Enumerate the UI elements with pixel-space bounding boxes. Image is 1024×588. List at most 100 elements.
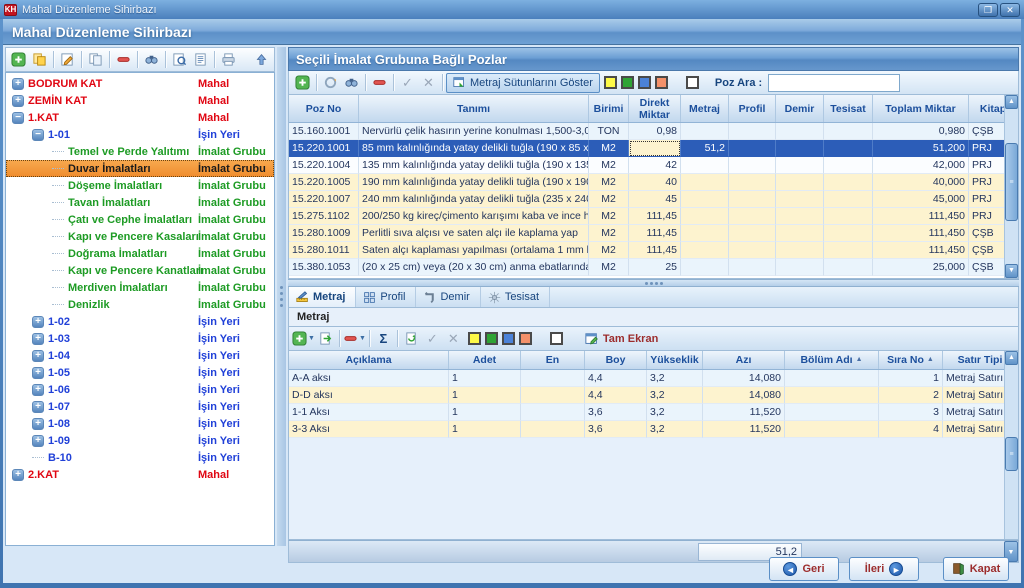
tree-item[interactable]: +1-02İşin Yeri (6, 313, 274, 330)
tree-item[interactable]: +ZEMİN KATMahal (6, 92, 274, 109)
color-swatch[interactable] (468, 332, 481, 345)
table-row[interactable]: 15.160.1001Nervürlü çelik hasırın yerine… (289, 123, 1018, 140)
tree-item[interactable]: +1-05İşin Yeri (6, 364, 274, 381)
print-button[interactable] (218, 50, 239, 70)
report-button[interactable] (190, 50, 211, 70)
column-header-birimi[interactable]: Birimi (589, 95, 629, 122)
table-row[interactable]: 15.380.1053(20 x 25 cm) veya (20 x 30 cm… (289, 259, 1018, 276)
scroll-thumb[interactable]: ≡ (1005, 437, 1018, 471)
tree-item[interactable]: +1-06İşin Yeri (6, 381, 274, 398)
pozlar-scrollbar[interactable]: ▲ ≡ ▼ (1004, 95, 1018, 278)
delete-button[interactable] (113, 50, 134, 70)
duplicate-button[interactable] (29, 50, 50, 70)
column-header-en[interactable]: En (521, 351, 585, 369)
tam-ekran-button[interactable]: Tam Ekran (585, 332, 658, 346)
column-header-tesisat[interactable]: Tesisat (824, 95, 873, 122)
preview-button[interactable] (169, 50, 190, 70)
expand-icon[interactable]: + (32, 350, 44, 362)
tree-item[interactable]: Döşeme İmalatlarıİmalat Grubu (6, 177, 274, 194)
color-swatch[interactable] (550, 332, 563, 345)
tab-metraj[interactable]: Metraj (289, 287, 356, 307)
tree-item[interactable]: +1-04İşin Yeri (6, 347, 274, 364)
poz-search-input[interactable] (768, 74, 900, 92)
tree-item[interactable]: +1-08İşin Yeri (6, 415, 274, 432)
tree-item[interactable]: Kapı ve Pencere Kanatlarıİmalat Grubu (6, 262, 274, 279)
move-up-button[interactable] (251, 50, 272, 70)
add-button[interactable] (8, 50, 29, 70)
color-swatch[interactable] (502, 332, 515, 345)
table-row[interactable]: 15.275.1102200/250 kg kireç/çimento karı… (289, 208, 1018, 225)
find-poz-icon[interactable] (341, 73, 362, 93)
column-header-tanimi[interactable]: Tanımı (359, 95, 589, 122)
tree-item[interactable]: B-10İşin Yeri (6, 449, 274, 466)
color-swatch[interactable] (621, 76, 634, 89)
table-row[interactable]: A-A aksı14,43,214,0801Metraj Satırı (289, 370, 1018, 387)
column-header-profil[interactable]: Profil (729, 95, 776, 122)
find-icon[interactable] (141, 50, 162, 70)
tab-profil[interactable]: Profil (356, 287, 416, 307)
color-swatch[interactable] (638, 76, 651, 89)
tree-item[interactable]: +2.KATMahal (6, 466, 274, 483)
scroll-thumb[interactable]: ≡ (1005, 143, 1018, 221)
tree-item[interactable]: +BODRUM KATMahal (6, 75, 274, 92)
tree-item[interactable]: Duvar İmalatlarıİmalat Grubu (6, 160, 274, 177)
tab-demir[interactable]: Demir (416, 287, 480, 307)
tree-item[interactable]: +1-09İşin Yeri (6, 432, 274, 449)
refresh-rows-button[interactable] (401, 329, 422, 349)
collapse-icon[interactable]: − (32, 129, 44, 141)
tree-item[interactable]: Denizlikİmalat Grubu (6, 296, 274, 313)
tree-item[interactable]: Tavan İmalatlarıİmalat Grubu (6, 194, 274, 211)
tree-item[interactable]: Temel ve Perde Yalıtımıİmalat Grubu (6, 143, 274, 160)
apply-row-icon[interactable]: ✓ (422, 329, 443, 349)
table-row[interactable]: 3-3 Aksı13,63,211,5204Metraj Satırı (289, 421, 1018, 438)
table-row[interactable]: 15.280.1009Perlitli sıva alçısı ve saten… (289, 225, 1018, 242)
table-row[interactable]: 15.220.1007240 mm kalınlığında yatay del… (289, 191, 1018, 208)
collapse-icon[interactable]: − (12, 112, 24, 124)
column-header-poz_no[interactable]: Poz No (289, 95, 359, 122)
column-header-yukseklik[interactable]: Yükseklik (647, 351, 703, 369)
cancel-icon[interactable]: ✕ (418, 73, 439, 93)
vertical-splitter[interactable] (277, 47, 286, 546)
delete-poz-button[interactable] (369, 73, 390, 93)
add-poz-button[interactable] (292, 73, 313, 93)
tab-tesisat[interactable]: Tesisat (481, 287, 550, 307)
metraj-scrollbar[interactable]: ▲ ≡ (1004, 351, 1018, 539)
expand-icon[interactable]: + (32, 418, 44, 430)
column-header-sira_no[interactable]: Sıra No▲ (879, 351, 943, 369)
expand-icon[interactable]: + (12, 95, 24, 107)
tree-item[interactable]: −1.KATMahal (6, 109, 274, 126)
color-swatch[interactable] (686, 76, 699, 89)
ileri-button[interactable]: İleri ► (849, 557, 919, 581)
scroll-up-icon[interactable]: ▲ (1005, 95, 1018, 109)
tree-item[interactable]: +1-07İşin Yeri (6, 398, 274, 415)
column-header-aciklama[interactable]: Açıklama (289, 351, 449, 369)
cancel-row-icon[interactable]: ✕ (443, 329, 464, 349)
tree-item[interactable]: −1-01İşin Yeri (6, 126, 274, 143)
edit-button[interactable] (57, 50, 78, 70)
add-row-button[interactable]: ▼ (292, 329, 315, 349)
tree-item[interactable]: Doğrama İmalatlarıİmalat Grubu (6, 245, 274, 262)
color-swatch[interactable] (485, 332, 498, 345)
expand-icon[interactable]: + (12, 469, 24, 481)
expand-icon[interactable]: + (32, 333, 44, 345)
column-header-direkt_miktar[interactable]: Direkt Miktar (629, 95, 681, 122)
expand-icon[interactable]: + (32, 401, 44, 413)
geri-button[interactable]: ◄ Geri (769, 557, 839, 581)
expand-icon[interactable]: + (32, 384, 44, 396)
color-swatch[interactable] (519, 332, 532, 345)
scroll-down-icon[interactable]: ▼ (1005, 264, 1018, 278)
expand-icon[interactable]: + (32, 316, 44, 328)
table-row[interactable]: D-D aksı14,43,214,0802Metraj Satırı (289, 387, 1018, 404)
column-header-metraj[interactable]: Metraj (681, 95, 729, 122)
delete-row-button[interactable]: ▼ (343, 329, 366, 349)
apply-icon[interactable]: ✓ (397, 73, 418, 93)
close-button[interactable]: ✕ (1000, 3, 1020, 17)
color-swatch[interactable] (655, 76, 668, 89)
maximize-button[interactable]: ❒ (978, 3, 998, 17)
tree-item[interactable]: Çatı ve Cephe İmalatlarıİmalat Grubu (6, 211, 274, 228)
refresh-poz-button[interactable] (320, 73, 341, 93)
scroll-up-icon[interactable]: ▲ (1005, 351, 1018, 365)
copy-button[interactable] (85, 50, 106, 70)
column-header-boy[interactable]: Boy (585, 351, 647, 369)
table-row[interactable]: 15.220.1005190 mm kalınlığında yatay del… (289, 174, 1018, 191)
